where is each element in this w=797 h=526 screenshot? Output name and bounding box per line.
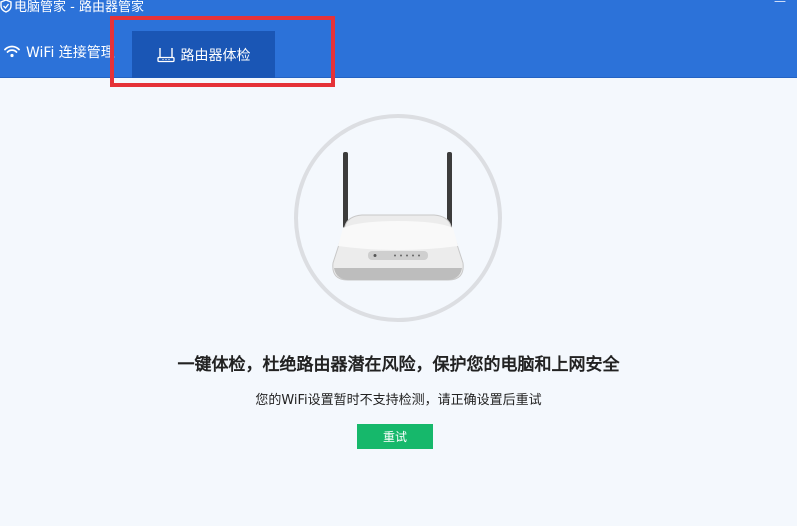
status-message: 您的WiFi设置暂时不支持检测，请正确设置后重试: [255, 393, 542, 408]
tab-wifi-label: WiFi 连接管理: [26, 44, 115, 61]
tab-wifi-connection[interactable]: WiFi 连接管理: [0, 31, 118, 78]
shield-logo-icon: [0, 0, 12, 13]
tab-router-label: 路由器体检: [180, 47, 251, 64]
header-bar: 电脑管家 - 路由器管家 — WiFi 连接管理 路由器体检: [0, 0, 797, 78]
tab-bar: WiFi 连接管理 路由器体检: [0, 31, 797, 78]
window-control-icon[interactable]: —: [765, 0, 795, 8]
tab-router-check[interactable]: 路由器体检: [132, 31, 275, 78]
router-illustration: [332, 152, 464, 281]
headline-text: 一键体检，杜绝路由器潜在风险，保护您的电脑和上网安全: [177, 355, 620, 375]
window-title: 电脑管家 - 路由器管家: [14, 0, 144, 15]
title-bar: 电脑管家 - 路由器管家 —: [0, 0, 797, 16]
wifi-icon: [4, 45, 20, 58]
retry-button[interactable]: 重试: [357, 424, 433, 449]
router-icon: [156, 47, 175, 62]
